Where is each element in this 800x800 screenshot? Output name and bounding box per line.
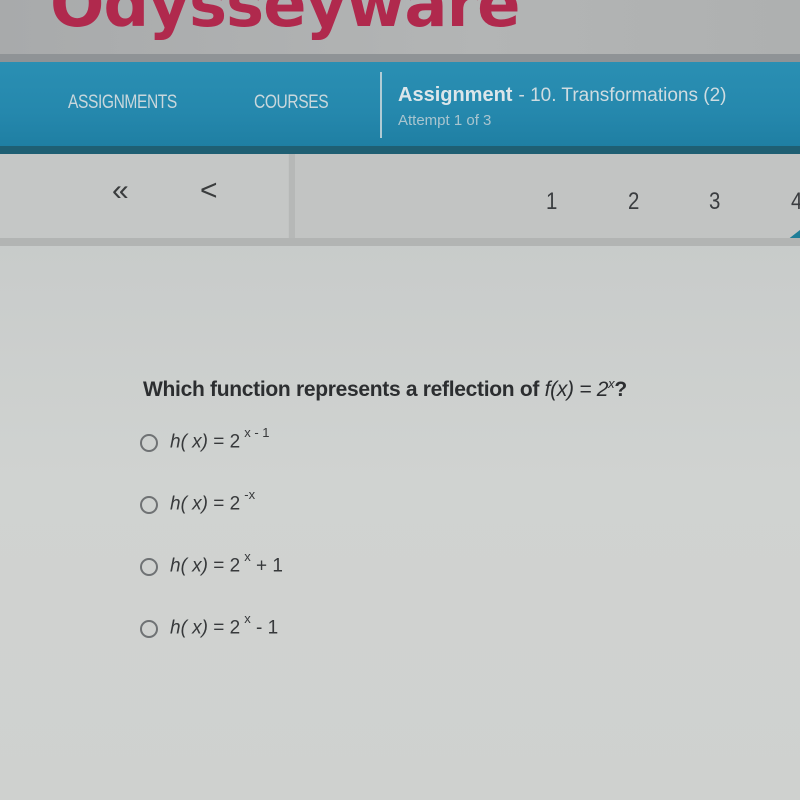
double-chevron-left-icon[interactable]: « (112, 176, 129, 206)
page-button-3[interactable]: 3 (709, 188, 720, 216)
pager-nav-section: « < (0, 154, 288, 238)
logo-bar: Odysseyware (0, 0, 800, 56)
question-prompt: Which function represents a reflection o… (143, 376, 627, 402)
nav-bottom-border (0, 146, 800, 154)
page-button-2[interactable]: 2 (628, 188, 639, 216)
question-text: Which function represents a reflection o… (143, 378, 545, 401)
pager-bottom-border (0, 238, 800, 246)
answer-option[interactable]: h( x) = 2 -x (140, 487, 283, 552)
question-function: f(x) = 2 (544, 378, 609, 401)
radio-button[interactable] (140, 620, 158, 638)
page-button-4[interactable]: 4 (791, 188, 800, 216)
radio-button[interactable] (140, 496, 158, 514)
assignment-name: - 10. Transformations (2) (518, 85, 727, 106)
nav-divider (380, 72, 382, 138)
answer-options: h( x) = 2x - 1 h( x) = 2 -x h( x) = 2x + … (140, 425, 283, 676)
option-label: h( x) = 2x - 1 (170, 425, 270, 453)
option-label: h( x) = 2x - 1 (170, 611, 279, 639)
question-mark: ? (614, 378, 627, 401)
radio-button[interactable] (140, 434, 158, 452)
top-nav: ASSIGNMENTS COURSES Assignment - 10. Tran… (0, 62, 800, 146)
assignment-type: Assignment (398, 84, 513, 106)
answer-option[interactable]: h( x) = 2x + 1 (140, 549, 283, 614)
radio-button[interactable] (140, 558, 158, 576)
logo: Odysseyware (50, 0, 521, 42)
nav-courses[interactable]: COURSES (254, 92, 329, 114)
option-label: h( x) = 2x + 1 (170, 549, 283, 577)
answer-option[interactable]: h( x) = 2x - 1 (140, 611, 283, 676)
pager-divider (289, 154, 295, 238)
page-button-1[interactable]: 1 (546, 188, 557, 216)
answer-option[interactable]: h( x) = 2x - 1 (140, 425, 283, 490)
nav-assignments[interactable]: ASSIGNMENTS (68, 92, 177, 114)
chevron-left-icon[interactable]: < (200, 176, 218, 206)
page: Odysseyware ASSIGNMENTS COURSES Assignme… (0, 0, 800, 800)
assignment-title: Assignment - 10. Transformations (2) (398, 84, 727, 107)
option-label: h( x) = 2 -x (170, 487, 256, 515)
question-pager: « < 1 2 3 4 (0, 154, 800, 244)
attempt-counter: Attempt 1 of 3 (398, 112, 492, 129)
logo-bar-divider (0, 54, 800, 62)
